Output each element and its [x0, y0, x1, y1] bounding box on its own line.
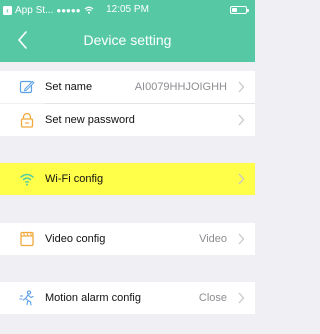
- row-wifi-config[interactable]: Wi-Fi config: [0, 163, 255, 195]
- wifi-icon: [20, 173, 34, 186]
- battery-icon: [230, 6, 249, 14]
- edit-icon: [19, 80, 35, 94]
- chevron-right-icon: [238, 233, 245, 245]
- row-label: Motion alarm config: [45, 292, 141, 304]
- row-label: Set new password: [45, 114, 135, 126]
- row-label: Video config: [45, 233, 106, 245]
- lock-icon: [20, 112, 34, 128]
- row-set-name[interactable]: Set name AI0079HHJOIGHH: [0, 71, 255, 103]
- chevron-right-icon: [238, 114, 245, 126]
- motion-icon: [19, 290, 34, 306]
- row-label: Wi-Fi config: [45, 173, 104, 185]
- video-icon: [20, 231, 34, 247]
- chevron-right-icon: [238, 173, 245, 185]
- row-label: Set name: [45, 81, 93, 93]
- row-value: Video: [199, 233, 227, 245]
- page-title: Device setting: [83, 32, 172, 48]
- status-time: 12:05 PM: [106, 4, 149, 15]
- nav-bar: Device setting: [0, 20, 255, 62]
- chevron-right-icon: [238, 81, 245, 93]
- row-value: Close: [198, 292, 227, 304]
- row-video-config[interactable]: Video config Video: [0, 223, 255, 255]
- battery-level: [232, 8, 237, 12]
- chevron-right-icon: [238, 292, 245, 304]
- status-bar: ‹ App St... ●●●●● 12:05 PM: [0, 0, 255, 20]
- row-motion-alarm[interactable]: Motion alarm config Close: [0, 282, 255, 314]
- row-value: AI0079HHJOIGHH: [134, 81, 227, 93]
- row-set-password[interactable]: Set new password: [0, 104, 255, 136]
